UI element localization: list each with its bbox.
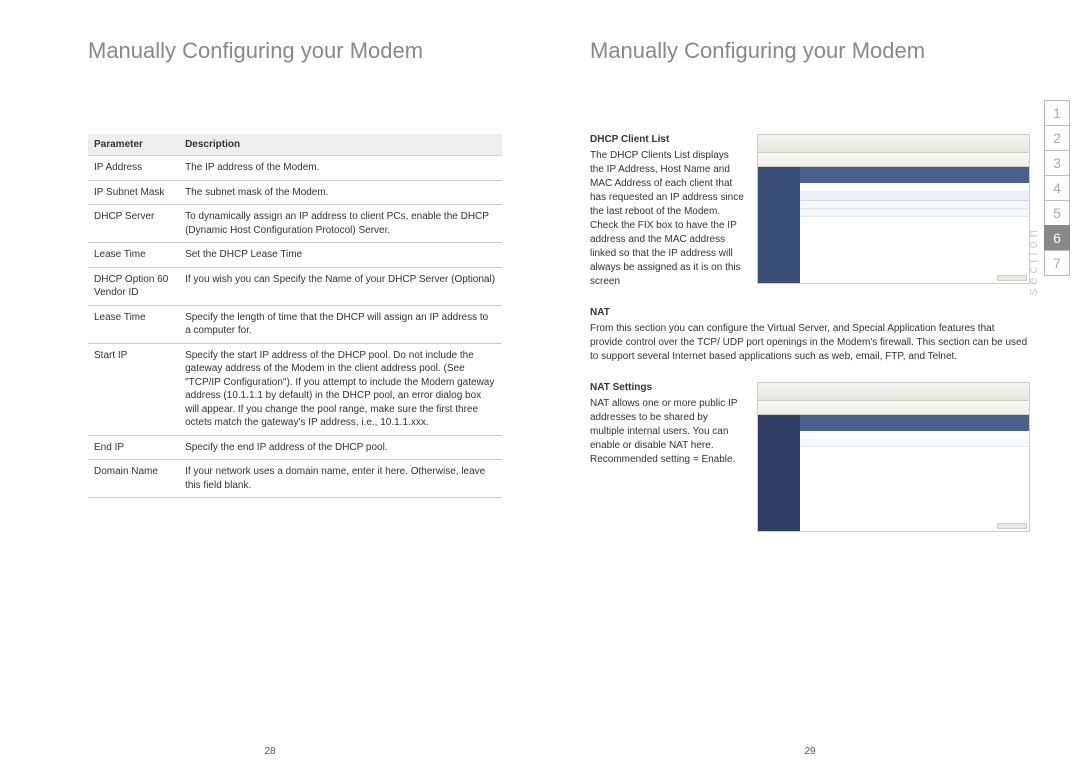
section-tab-2[interactable]: 2	[1044, 125, 1070, 151]
page-number-left: 28	[264, 746, 275, 757]
dhcp-body: The DHCP Clients List displays the IP Ad…	[590, 149, 745, 289]
nat-settings-screenshot	[757, 382, 1030, 532]
dhcp-screenshot	[757, 134, 1030, 284]
page-number-right: 29	[804, 746, 815, 757]
table-row: IP Subnet MaskThe subnet mask of the Mod…	[88, 180, 502, 205]
table-row: IP AddressThe IP address of the Modem.	[88, 156, 502, 181]
section-tab-3[interactable]: 3	[1044, 150, 1070, 176]
nat-body: From this section you can configure the …	[590, 322, 1030, 364]
nat-section: NAT From this section you can configure …	[590, 307, 1030, 364]
left-page: Manually Configuring your Modem Paramete…	[0, 0, 540, 771]
page-title-left: Manually Configuring your Modem	[88, 38, 502, 64]
table-row: Lease TimeSet the DHCP Lease Time	[88, 243, 502, 268]
table-row: Lease TimeSpecify the length of time tha…	[88, 305, 502, 343]
table-row: DHCP ServerTo dynamically assign an IP a…	[88, 205, 502, 243]
right-page: Manually Configuring your Modem DHCP Cli…	[540, 0, 1080, 771]
nat-settings-section: NAT Settings NAT allows one or more publ…	[590, 382, 1030, 532]
table-header-parameter: Parameter	[88, 134, 179, 156]
dhcp-heading: DHCP Client List	[590, 134, 745, 145]
section-tab-1[interactable]: 1	[1044, 100, 1070, 126]
section-tab-4[interactable]: 4	[1044, 175, 1070, 201]
section-label: section	[1025, 226, 1040, 295]
section-tab-6[interactable]: 6	[1044, 225, 1070, 251]
nat-heading: NAT	[590, 307, 1030, 318]
table-header-description: Description	[179, 134, 502, 156]
nat-settings-heading: NAT Settings	[590, 382, 745, 393]
section-tabs: 1 2 3 4 5 6 7	[1044, 100, 1070, 275]
page-title-right: Manually Configuring your Modem	[590, 38, 1030, 64]
nat-settings-body: NAT allows one or more public IP address…	[590, 397, 745, 467]
section-tab-5[interactable]: 5	[1044, 200, 1070, 226]
table-row: Domain NameIf your network uses a domain…	[88, 460, 502, 498]
table-row: End IPSpecify the end IP address of the …	[88, 435, 502, 460]
table-row: Start IPSpecify the start IP address of …	[88, 343, 502, 435]
parameter-table: Parameter Description IP AddressThe IP a…	[88, 134, 502, 498]
section-tab-7[interactable]: 7	[1044, 250, 1070, 276]
dhcp-client-list-section: DHCP Client List The DHCP Clients List d…	[590, 134, 1030, 289]
table-row: DHCP Option 60 Vendor IDIf you wish you …	[88, 267, 502, 305]
